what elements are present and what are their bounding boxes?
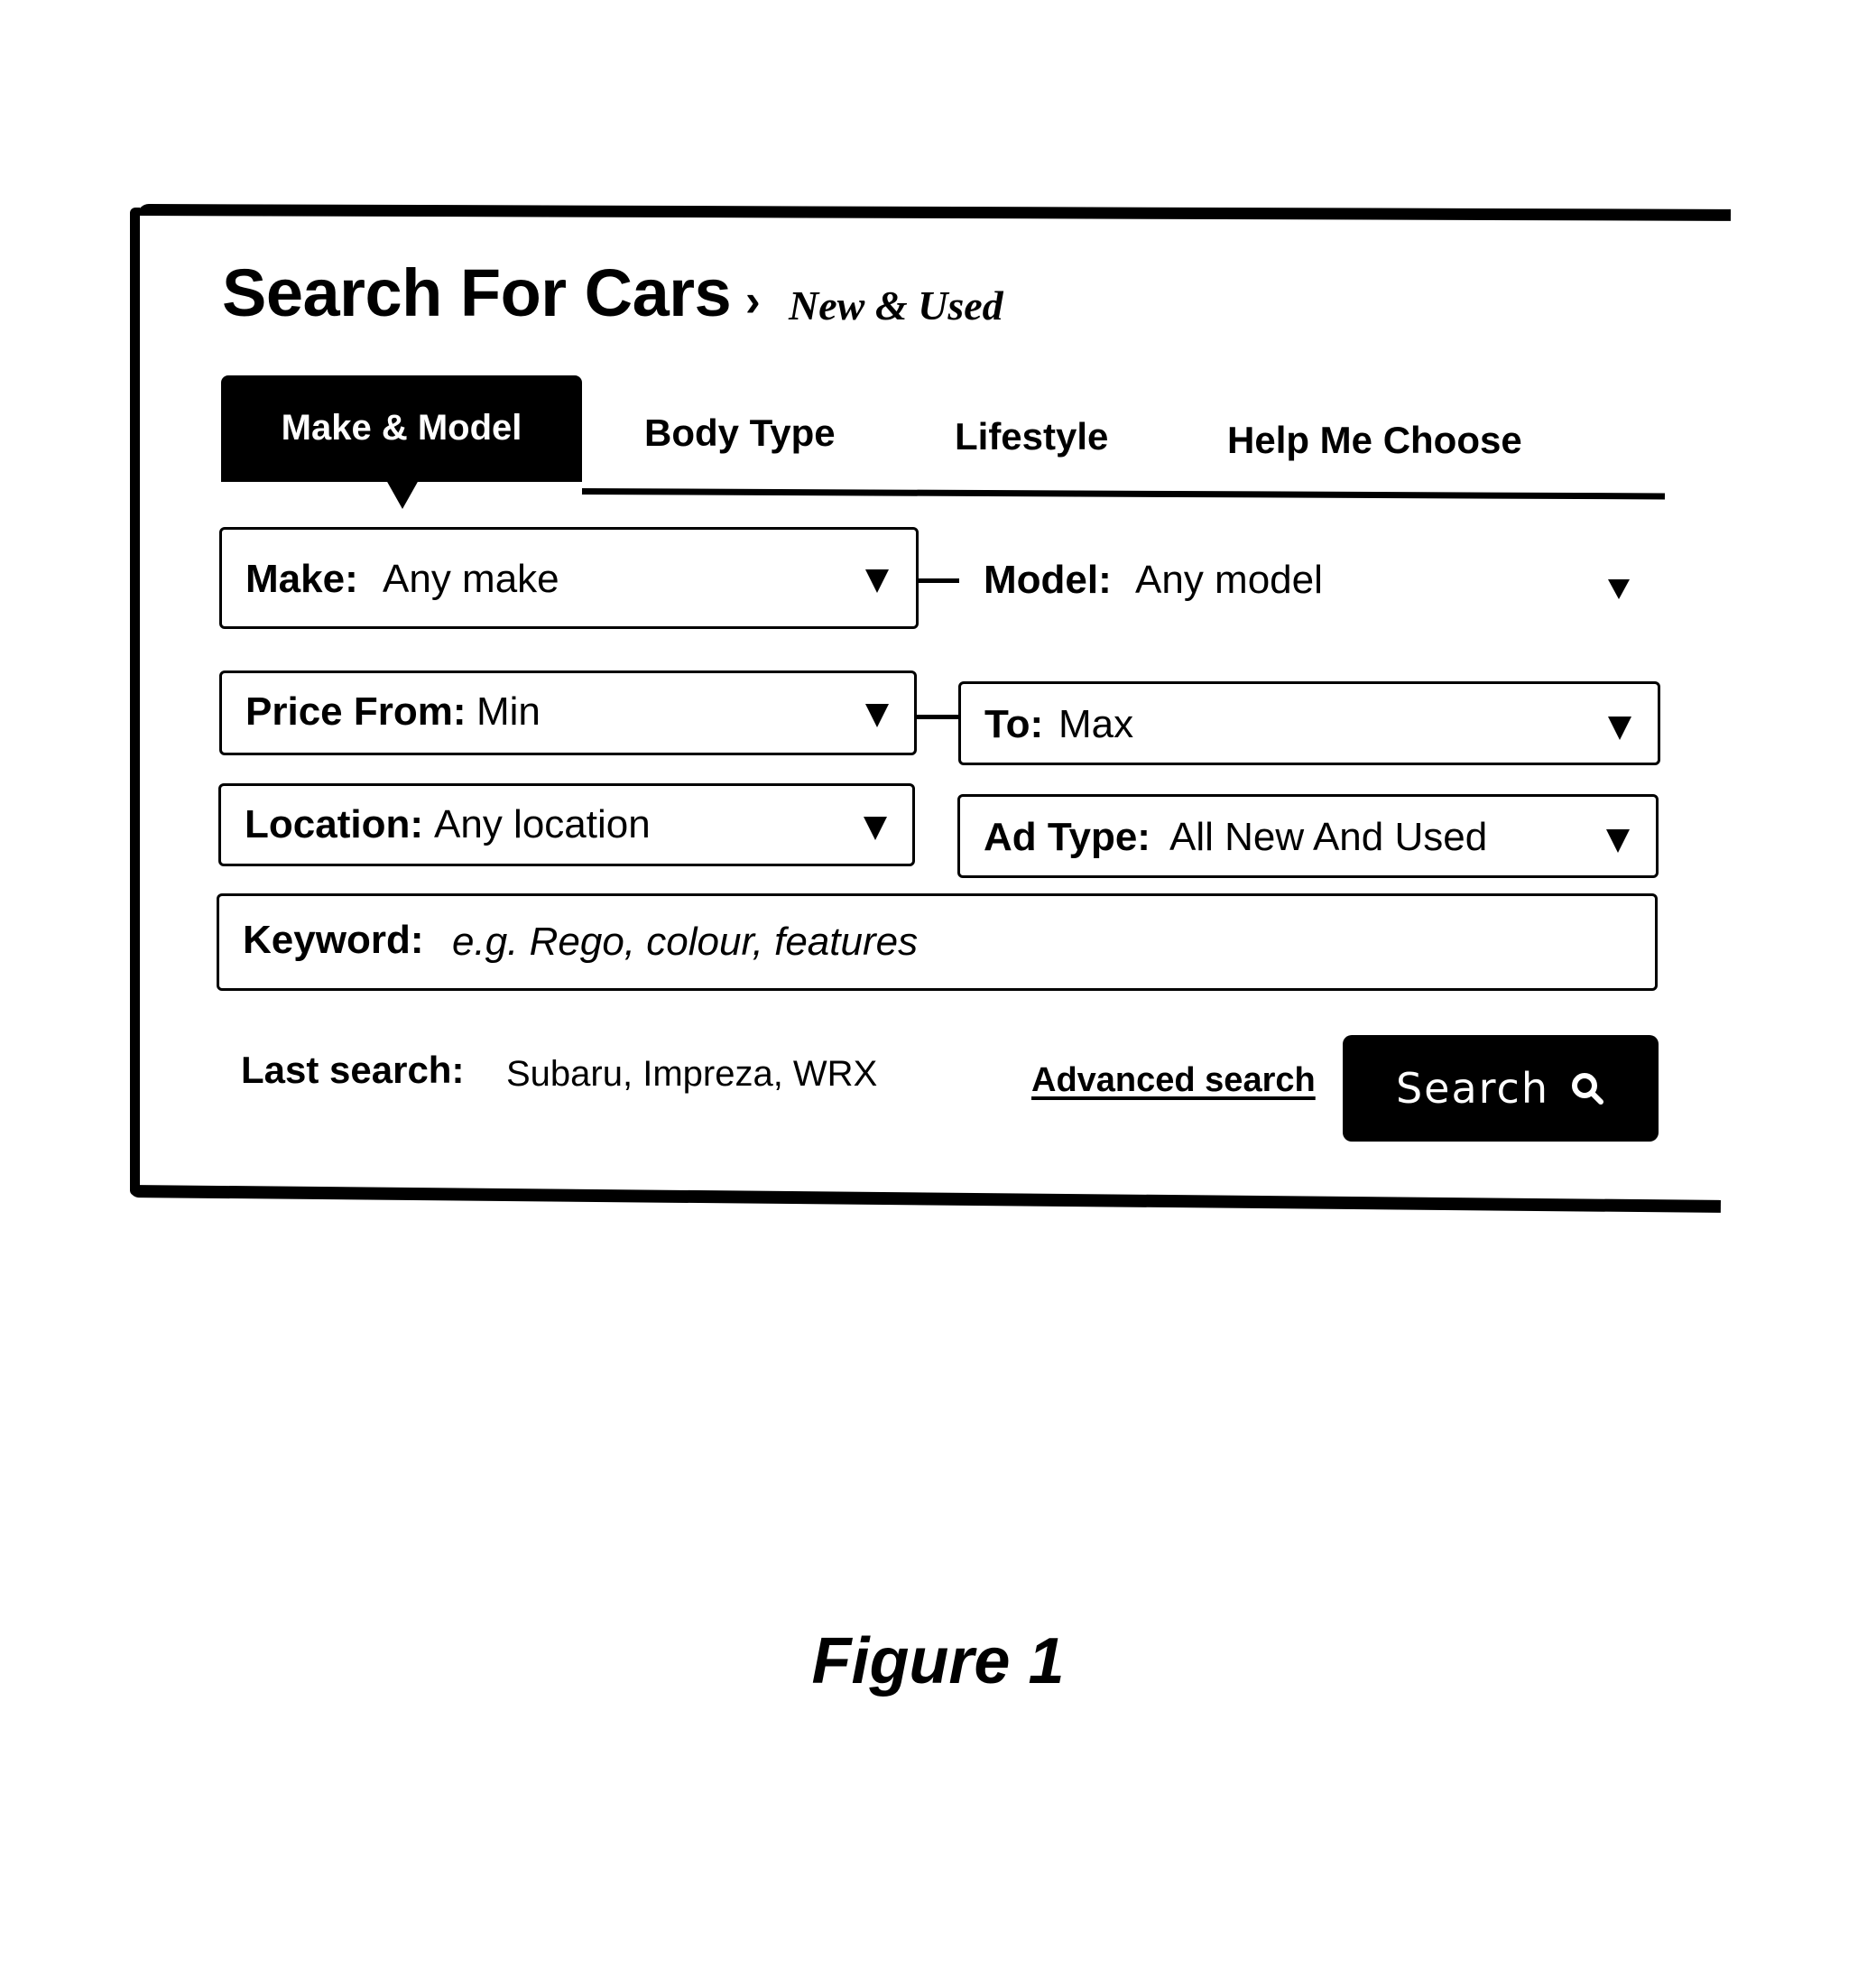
search-button[interactable]: Search — [1343, 1035, 1659, 1142]
model-select[interactable]: Model: Any model — [984, 558, 1642, 621]
make-select[interactable]: Make: Any make — [219, 527, 919, 629]
price-to-value: Max — [1058, 702, 1134, 746]
dropdown-arrow-icon — [1606, 829, 1630, 853]
tab-label: Make & Model — [281, 408, 522, 448]
model-label: Model: — [984, 558, 1112, 602]
panel-border-left — [130, 208, 140, 1196]
figure-caption: Figure 1 — [811, 1625, 1065, 1697]
tab-body-type[interactable]: Body Type — [644, 412, 836, 455]
dropdown-arrow-icon — [864, 817, 887, 840]
breadcrumb-chevron-icon: › — [745, 275, 761, 326]
price-from-value: Min — [476, 689, 541, 734]
active-tab-pointer-icon — [386, 480, 419, 509]
keyword-placeholder: e.g. Rego, colour, features — [452, 920, 919, 964]
make-model-connector — [919, 578, 959, 583]
location-value: Any location — [434, 802, 651, 846]
tab-make-model[interactable]: Make & Model — [221, 375, 582, 482]
dropdown-arrow-icon — [865, 569, 889, 593]
model-value: Any model — [1135, 558, 1323, 602]
make-label: Make: — [245, 557, 358, 601]
tab-bar-divider — [581, 488, 1666, 500]
price-to-label: To: — [984, 702, 1044, 746]
tab-lifestyle[interactable]: Lifestyle — [955, 415, 1108, 458]
price-from-label: Price From: — [245, 689, 467, 734]
ad-type-select[interactable]: Ad Type: All New And Used — [957, 794, 1659, 878]
last-search-label: Last search: — [241, 1049, 465, 1091]
make-value: Any make — [383, 557, 559, 601]
dropdown-arrow-icon — [1608, 717, 1631, 740]
ad-type-value: All New And Used — [1169, 815, 1488, 859]
advanced-search-link[interactable]: Advanced search — [1031, 1061, 1316, 1100]
dropdown-arrow-icon — [1608, 579, 1630, 599]
dropdown-arrow-icon — [865, 704, 889, 727]
keyword-input[interactable]: Keyword: e.g. Rego, colour, features — [217, 893, 1658, 991]
price-from-select[interactable]: Price From: Min — [219, 670, 917, 755]
location-label: Location: — [245, 802, 423, 846]
search-button-label: Search — [1395, 1064, 1550, 1113]
location-select[interactable]: Location: Any location — [218, 783, 915, 866]
keyword-label: Keyword: — [243, 918, 424, 962]
page-title: Search For Cars — [222, 255, 732, 330]
last-search-value[interactable]: Subaru, Impreza, WRX — [506, 1054, 877, 1095]
panel-border-top — [136, 204, 1732, 221]
ad-type-label: Ad Type: — [984, 815, 1151, 859]
breadcrumb-subtitle: New & Used — [789, 282, 1003, 328]
panel-border-bottom — [129, 1185, 1721, 1213]
price-range-connector — [917, 715, 960, 719]
tab-help-me-choose[interactable]: Help Me Choose — [1227, 419, 1522, 462]
magnifier-icon — [1572, 1073, 1604, 1105]
price-to-select[interactable]: To: Max — [958, 681, 1660, 765]
